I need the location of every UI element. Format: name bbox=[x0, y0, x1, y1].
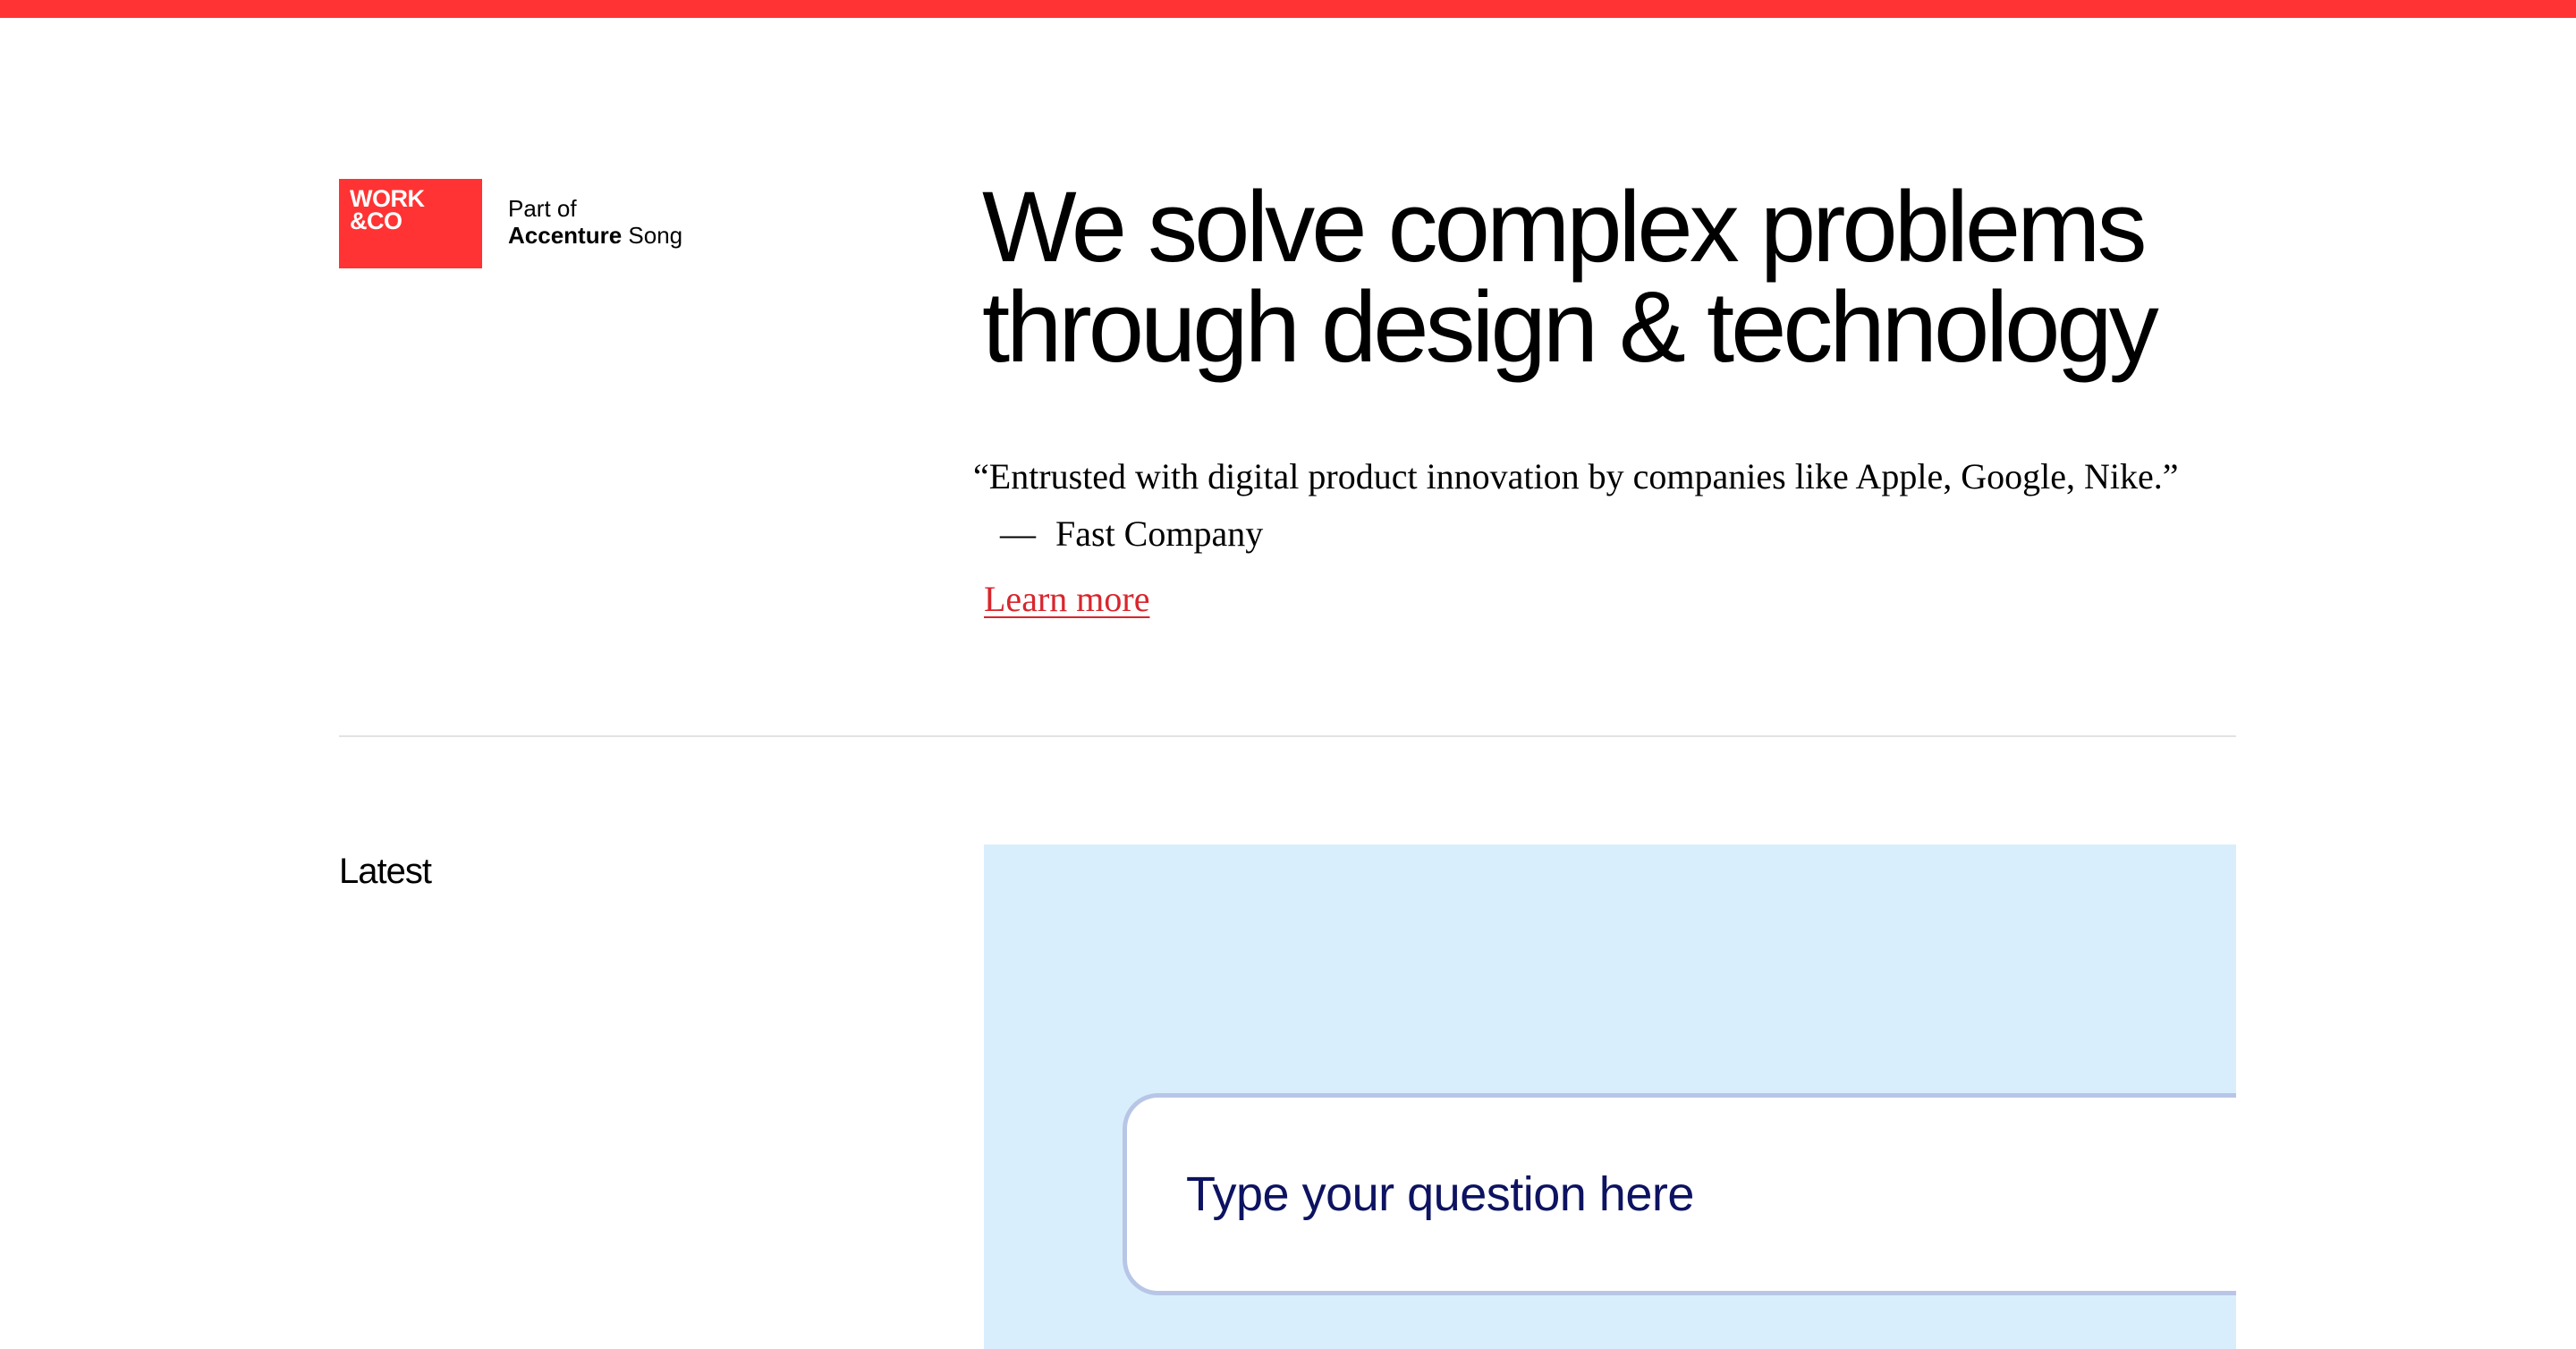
hero-headline: We solve complex problems through design… bbox=[982, 177, 2377, 378]
latest-feature-card[interactable]: Type your question here bbox=[984, 844, 2236, 1349]
section-divider bbox=[339, 735, 2236, 737]
accenture-tagline: Part of Accenture Song bbox=[508, 195, 682, 249]
tagline-brand: Accenture bbox=[508, 222, 623, 249]
attribution-source: Fast Company bbox=[1055, 513, 1264, 554]
tagline-part-of: Part of bbox=[508, 195, 577, 222]
logo-line-2: &CO bbox=[350, 208, 402, 234]
tagline-suffix: Song bbox=[628, 222, 683, 249]
question-placeholder: Type your question here bbox=[1186, 1167, 1694, 1221]
top-accent-bar bbox=[0, 0, 2576, 18]
headline-line-2: through design & technology bbox=[982, 271, 2159, 383]
tagline-brand-line: Accenture Song bbox=[508, 222, 682, 249]
attribution-dash: — bbox=[1000, 513, 1036, 554]
latest-heading: Latest bbox=[339, 852, 432, 891]
question-input[interactable]: Type your question here bbox=[1123, 1093, 2236, 1295]
learn-more-link[interactable]: Learn more bbox=[984, 577, 1149, 622]
quote-attribution: — Fast Company bbox=[1000, 512, 1263, 556]
press-quote: “Entrusted with digital product innovati… bbox=[973, 456, 2179, 496]
headline-line-1: We solve complex problems bbox=[982, 171, 2147, 283]
work-co-logo[interactable]: WORK &CO bbox=[339, 179, 482, 268]
